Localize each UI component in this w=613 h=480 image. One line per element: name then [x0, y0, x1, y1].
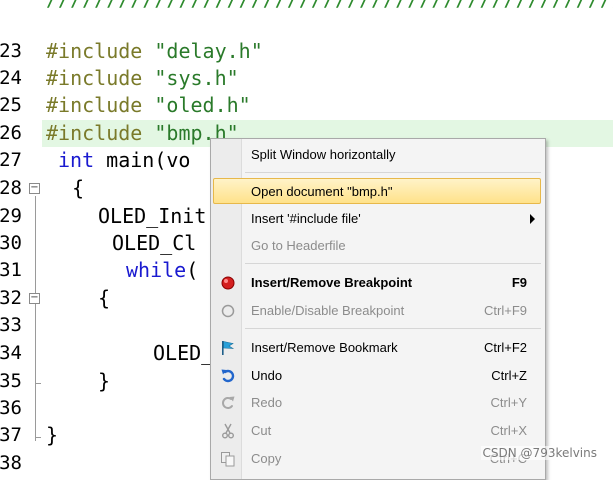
- code-text: #include "oled.h": [46, 92, 251, 119]
- preprocessor-directive: #include: [46, 93, 143, 117]
- code-text: }: [46, 423, 59, 447]
- menu-separator: [245, 263, 541, 264]
- code-text: int main(vo: [58, 147, 190, 174]
- menu-item-cut[interactable]: Cut Ctrl+X: [213, 418, 541, 444]
- include-filename: "sys.h": [154, 66, 239, 90]
- code-line[interactable]: 24 #include "sys.h": [0, 65, 613, 92]
- menu-item-label: Insert/Remove Breakpoint: [251, 275, 413, 290]
- menu-item-shortcut: Ctrl+F9: [484, 303, 527, 318]
- include-filename: "delay.h": [154, 39, 263, 63]
- menu-item-shortcut: Ctrl+F2: [484, 340, 527, 355]
- menu-item-redo[interactable]: Redo Ctrl+Y: [213, 390, 541, 416]
- menu-separator: [245, 172, 541, 173]
- include-filename: "oled.h": [154, 93, 251, 117]
- line-number: 29: [0, 205, 22, 227]
- line-number: 38: [0, 452, 22, 474]
- comment-line: ////////////////////////////////////////…: [46, 0, 613, 11]
- line-number: 33: [0, 314, 22, 336]
- code-line[interactable]: 23 #include "delay.h": [0, 38, 613, 65]
- paren: (: [186, 258, 199, 282]
- menu-item-label: Split Window horizontally: [251, 147, 396, 162]
- preprocessor-directive: #include: [46, 121, 143, 145]
- context-menu: Split Window horizontally Open document …: [210, 138, 546, 480]
- menu-item-label: Undo: [251, 368, 283, 383]
- menu-item-label: Copy: [251, 451, 282, 466]
- menu-item-label: Redo: [251, 395, 283, 410]
- line-number: 34: [0, 342, 22, 364]
- menu-item-label: Go to Headerfile: [251, 238, 346, 253]
- menu-item-label: Cut: [251, 423, 272, 438]
- menu-item-enable-disable-breakpoint[interactable]: Enable/Disable Breakpoint Ctrl+F9: [213, 298, 541, 324]
- line-number: 36: [0, 397, 22, 419]
- menu-item-label: Enable/Disable Breakpoint: [251, 303, 405, 318]
- menu-item-insert-include[interactable]: Insert '#include file': [213, 206, 541, 232]
- line-number: 30: [0, 232, 22, 254]
- code-text: OLED_Init: [98, 204, 207, 228]
- breakpoint-icon: [219, 274, 237, 292]
- code-text: #include "sys.h": [46, 65, 239, 92]
- menu-item-insert-remove-breakpoint[interactable]: Insert/Remove Breakpoint F9: [213, 270, 541, 296]
- menu-item-open-document[interactable]: Open document "bmp.h": [213, 178, 541, 204]
- line-number: 31: [0, 259, 22, 281]
- line-number: 32: [0, 287, 22, 309]
- watermark: CSDN @793kelvins: [480, 446, 599, 460]
- menu-item-shortcut: Ctrl+Z: [491, 368, 527, 383]
- code-text: #include "delay.h": [46, 38, 263, 65]
- line-number: 28: [0, 177, 22, 199]
- line-number: 35: [0, 370, 22, 392]
- line-number: 27: [0, 149, 22, 171]
- line-number: 24: [0, 67, 22, 89]
- code-text: }: [98, 369, 111, 393]
- menu-item-label: Insert '#include file': [251, 211, 361, 226]
- code-text: OLED_: [153, 341, 214, 365]
- menu-item-label: Insert/Remove Bookmark: [251, 340, 398, 355]
- line-number: 23: [0, 40, 22, 62]
- undo-icon: [219, 367, 237, 385]
- menu-item-go-to-headerfile[interactable]: Go to Headerfile: [213, 233, 541, 259]
- cut-icon: [219, 422, 237, 440]
- code-text: OLED_Cl: [112, 231, 197, 255]
- copy-icon: [219, 450, 237, 468]
- fold-toggle-icon[interactable]: −: [29, 293, 40, 304]
- keyword: int: [58, 148, 95, 172]
- menu-item-undo[interactable]: Undo Ctrl+Z: [213, 363, 541, 389]
- code-line[interactable]: 25 #include "oled.h": [0, 92, 613, 119]
- code-text: while(: [126, 257, 198, 284]
- menu-separator: [245, 328, 541, 329]
- menu-item-insert-remove-bookmark[interactable]: Insert/Remove Bookmark Ctrl+F2: [213, 335, 541, 361]
- line-number: 26: [0, 122, 22, 144]
- submenu-arrow-icon: [530, 214, 535, 224]
- breakpoint-disabled-icon: [219, 302, 237, 320]
- menu-item-label: Open document "bmp.h": [251, 184, 393, 199]
- bookmark-flag-icon: [219, 339, 237, 357]
- line-number: 25: [0, 94, 22, 116]
- menu-item-shortcut: F9: [511, 275, 527, 290]
- fold-end-marker: [35, 437, 41, 438]
- code-text: {: [98, 286, 111, 310]
- menu-item-split-window[interactable]: Split Window horizontally: [213, 142, 541, 168]
- fold-end-marker: [35, 383, 41, 384]
- function-signature: main(vo: [106, 148, 191, 172]
- line-number: 37: [0, 424, 22, 446]
- preprocessor-directive: #include: [46, 66, 143, 90]
- redo-icon: [219, 394, 237, 412]
- keyword: while: [126, 258, 187, 282]
- menu-item-shortcut: Ctrl+Y: [490, 395, 527, 410]
- fold-toggle-icon[interactable]: −: [29, 183, 40, 194]
- code-text: {: [72, 176, 85, 200]
- preprocessor-directive: #include: [46, 39, 143, 63]
- menu-item-shortcut: Ctrl+X: [490, 423, 527, 438]
